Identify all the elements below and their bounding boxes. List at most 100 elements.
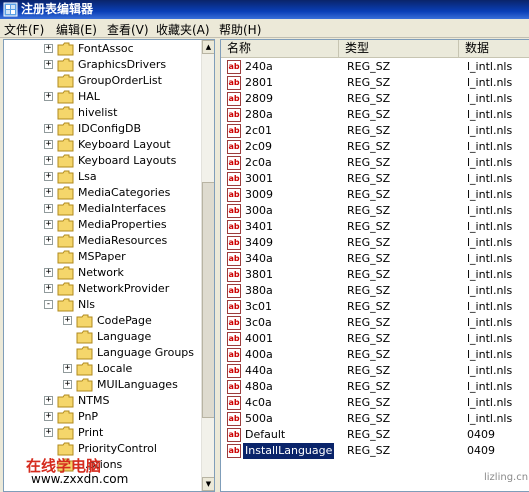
expand-plus-icon[interactable]: + (44, 412, 53, 421)
collapse-minus-icon[interactable]: - (44, 300, 53, 309)
expand-plus-icon[interactable]: + (44, 396, 53, 405)
expand-plus-icon[interactable]: + (44, 220, 53, 229)
value-type-cell: REG_SZ (347, 140, 391, 153)
scrollbar-thumb[interactable] (202, 182, 214, 418)
tree-item[interactable]: + MediaProperties (4, 217, 201, 233)
tree-item[interactable]: Language (4, 329, 201, 345)
registry-value-row[interactable]: ab 3c0a REG_SZ l_intl.nls (221, 315, 529, 331)
scroll-down-arrow-icon[interactable]: ▼ (202, 477, 214, 491)
tree-vertical-scrollbar[interactable]: ▲ ▼ (201, 40, 214, 491)
registry-value-row[interactable]: ab 280a REG_SZ l_intl.nls (221, 107, 529, 123)
tree-item[interactable]: + MUILanguages (4, 377, 201, 393)
tree-item[interactable]: Language Groups (4, 345, 201, 361)
registry-value-row[interactable]: ab 3401 REG_SZ l_intl.nls (221, 219, 529, 235)
expand-plus-icon[interactable]: + (44, 188, 53, 197)
registry-value-row[interactable]: ab 400a REG_SZ l_intl.nls (221, 347, 529, 363)
value-data-cell: l_intl.nls (467, 108, 513, 121)
menu-help[interactable]: 帮助(H) (219, 21, 261, 38)
value-name-cell: 2c01 (245, 124, 273, 137)
expand-plus-icon[interactable]: + (44, 140, 53, 149)
registry-value-row[interactable]: ab 440a REG_SZ l_intl.nls (221, 363, 529, 379)
expand-plus-icon[interactable]: + (63, 364, 72, 373)
tree-item[interactable]: + GraphicsDrivers (4, 57, 201, 73)
menu-view[interactable]: 查看(V) (107, 21, 149, 38)
expand-plus-icon[interactable]: + (44, 124, 53, 133)
registry-key-tree[interactable]: + FontAssoc + GraphicsDrivers GroupOrderList… (3, 39, 215, 492)
scroll-up-arrow-icon[interactable]: ▲ (202, 40, 214, 54)
tree-item[interactable]: + Print (4, 425, 201, 441)
tree-item[interactable]: MSPaper (4, 249, 201, 265)
expand-plus-icon[interactable]: + (44, 92, 53, 101)
expand-plus-icon[interactable]: + (44, 172, 53, 181)
expand-plus-icon[interactable]: + (63, 380, 72, 389)
expand-plus-icon[interactable]: + (44, 284, 53, 293)
value-name-cell: 2801 (245, 76, 273, 89)
column-header-type[interactable]: 类型 (339, 40, 459, 57)
registry-value-row[interactable]: ab 4c0a REG_SZ l_intl.nls (221, 395, 529, 411)
registry-value-row[interactable]: ab 2c01 REG_SZ l_intl.nls (221, 123, 529, 139)
value-type-cell: REG_SZ (347, 220, 391, 233)
string-value-icon: ab (227, 108, 241, 122)
menu-file[interactable]: 文件(F) (4, 21, 44, 38)
expand-plus-icon[interactable]: + (44, 428, 53, 437)
tree-item[interactable]: hivelist (4, 105, 201, 121)
tree-item[interactable]: + IDConfigDB (4, 121, 201, 137)
registry-value-row[interactable]: ab 3801 REG_SZ l_intl.nls (221, 267, 529, 283)
expand-plus-icon[interactable]: + (44, 60, 53, 69)
string-value-icon: ab (227, 124, 241, 138)
registry-value-row[interactable]: ab 3009 REG_SZ l_intl.nls (221, 187, 529, 203)
menu-edit[interactable]: 编辑(E) (56, 21, 97, 38)
menu-favorites[interactable]: 收藏夹(A) (156, 21, 210, 38)
tree-item[interactable]: + CodePage (4, 313, 201, 329)
tree-item[interactable]: + Lsa (4, 169, 201, 185)
registry-value-row[interactable]: ab 3001 REG_SZ l_intl.nls (221, 171, 529, 187)
registry-values-list[interactable]: 名称 类型 数据 ab 240a REG_SZ l_intl.nls ab 2801 REG… (220, 39, 529, 492)
expand-plus-icon[interactable]: + (63, 316, 72, 325)
expand-plus-icon[interactable]: + (44, 204, 53, 213)
tree-item[interactable]: + HAL (4, 89, 201, 105)
tree-item[interactable]: + MediaInterfaces (4, 201, 201, 217)
tree-item-label: NTMS (78, 394, 110, 407)
registry-value-row[interactable]: ab 2809 REG_SZ l_intl.nls (221, 91, 529, 107)
tree-item[interactable]: + NTMS (4, 393, 201, 409)
registry-value-row[interactable]: ab 2c09 REG_SZ l_intl.nls (221, 139, 529, 155)
registry-value-row[interactable]: ab Default REG_SZ 0409 (221, 427, 529, 443)
tree-item[interactable]: + MediaResources (4, 233, 201, 249)
tree-item[interactable]: + PnP (4, 409, 201, 425)
registry-value-row[interactable]: ab 4001 REG_SZ l_intl.nls (221, 331, 529, 347)
registry-value-row[interactable]: ab 300a REG_SZ l_intl.nls (221, 203, 529, 219)
string-value-icon: ab (227, 332, 241, 346)
column-header-name[interactable]: 名称 (221, 40, 339, 57)
tree-item[interactable]: + Keyboard Layout (4, 137, 201, 153)
tree-item[interactable]: + MediaCategories (4, 185, 201, 201)
tree-item[interactable]: + FontAssoc (4, 41, 201, 57)
registry-value-row[interactable]: ab 380a REG_SZ l_intl.nls (221, 283, 529, 299)
column-header-data[interactable]: 数据 (459, 40, 529, 57)
expand-plus-icon[interactable]: + (44, 44, 53, 53)
tree-item[interactable]: GroupOrderList (4, 73, 201, 89)
registry-value-row[interactable]: ab 3409 REG_SZ l_intl.nls (221, 235, 529, 251)
registry-value-row[interactable]: ab 240a REG_SZ l_intl.nls (221, 59, 529, 75)
tree-item[interactable]: + Locale (4, 361, 201, 377)
expand-plus-icon[interactable]: + (44, 268, 53, 277)
registry-value-row[interactable]: ab 3c01 REG_SZ l_intl.nls (221, 299, 529, 315)
registry-value-row[interactable]: ab InstallLanguage REG_SZ 0409 (221, 442, 529, 460)
registry-value-row[interactable]: ab 2c0a REG_SZ l_intl.nls (221, 155, 529, 171)
tree-item[interactable]: + Keyboard Layouts (4, 153, 201, 169)
expand-plus-icon[interactable]: + (44, 156, 53, 165)
expand-plus-icon[interactable]: + (44, 236, 53, 245)
string-value-icon: ab (227, 92, 241, 106)
registry-value-row[interactable]: ab 480a REG_SZ l_intl.nls (221, 379, 529, 395)
value-data-cell: l_intl.nls (467, 60, 513, 73)
value-name-cell: 4c0a (245, 396, 272, 409)
registry-value-row[interactable]: ab 500a REG_SZ l_intl.nls (221, 411, 529, 427)
registry-value-row[interactable]: ab 340a REG_SZ l_intl.nls (221, 251, 529, 267)
tree-item[interactable]: + Network (4, 265, 201, 281)
tree-item[interactable]: - Nls (4, 297, 201, 313)
value-data-cell: l_intl.nls (467, 364, 513, 377)
value-name-cell: 4001 (245, 332, 273, 345)
registry-value-row[interactable]: ab 2801 REG_SZ l_intl.nls (221, 75, 529, 91)
tree-item[interactable]: + NetworkProvider (4, 281, 201, 297)
pane-splitter[interactable] (215, 39, 219, 490)
tree-item-label: Keyboard Layouts (78, 154, 177, 167)
